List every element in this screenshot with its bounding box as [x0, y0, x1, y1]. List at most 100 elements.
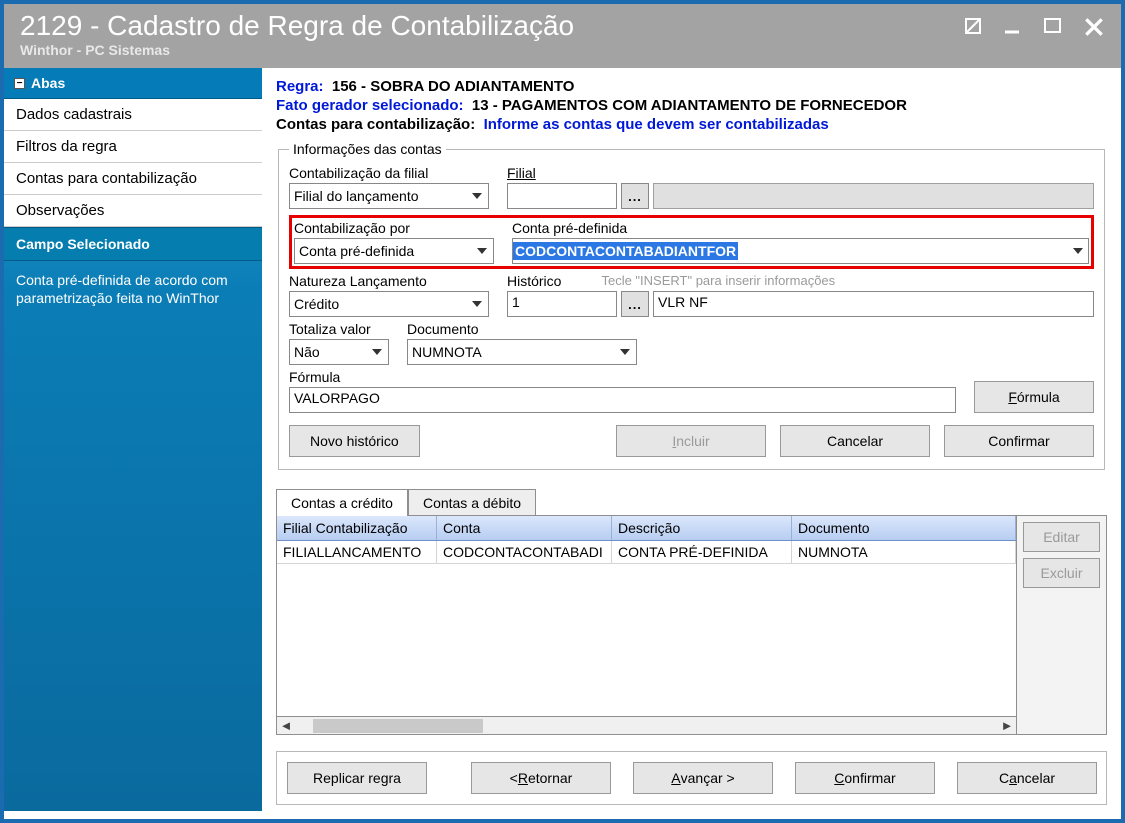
highlight-box: Contabilização por Conta pré-definida Co…: [289, 215, 1094, 269]
scrollbar-thumb[interactable]: [313, 719, 483, 733]
chevron-down-icon: [1068, 240, 1088, 262]
totaliza-combo[interactable]: Não: [289, 339, 389, 365]
sidebar: − Abas Dados cadastrais Filtros da regra…: [4, 68, 262, 811]
sidebar-item-contas[interactable]: Contas para contabilização: [4, 163, 262, 195]
formula-label: Fórmula: [289, 369, 956, 385]
historico-hint: Tecle "INSERT" para inserir informações: [601, 273, 835, 291]
group-informacoes: Informações das contas Contabilização da…: [278, 141, 1105, 470]
window-title: 2129 - Cadastro de Regra de Contabilizaç…: [20, 10, 1105, 42]
titlebar: 2129 - Cadastro de Regra de Contabilizaç…: [4, 4, 1121, 68]
scroll-left-icon[interactable]: ◄: [277, 717, 295, 735]
editar-button: Editar: [1023, 522, 1100, 552]
incluir-button: Incluir: [616, 425, 766, 457]
cancelar-form-button[interactable]: Cancelar: [780, 425, 930, 457]
collapse-icon[interactable]: −: [14, 78, 25, 89]
cell-filial: FILIALLANCAMENTO: [277, 541, 437, 563]
historico-desc-input[interactable]: VLR NF: [653, 291, 1094, 317]
sidebar-campo-desc: Conta pré-definida de acordo com paramet…: [4, 261, 262, 317]
tab-debito[interactable]: Contas a débito: [408, 489, 536, 516]
grid: Filial Contabilização Conta Descrição Do…: [277, 516, 1016, 734]
chevron-down-icon: [368, 341, 386, 363]
bottom-buttons: Replicar regra < Retornar Avançar > Conf…: [276, 751, 1107, 805]
window: 2129 - Cadastro de Regra de Contabilizaç…: [0, 0, 1125, 823]
chevron-down-icon: [468, 185, 486, 207]
filial-desc-field: [653, 183, 1094, 209]
col-conta[interactable]: Conta: [437, 516, 612, 540]
natureza-combo[interactable]: Crédito: [289, 291, 489, 317]
sidebar-item-observacoes[interactable]: Observações: [4, 195, 262, 227]
cell-descricao: CONTA PRÉ-DEFINIDA: [612, 541, 792, 563]
sidebar-item-filtros[interactable]: Filtros da regra: [4, 131, 262, 163]
replicar-button[interactable]: Replicar regra: [287, 762, 427, 794]
historico-label: Histórico: [507, 273, 561, 289]
grid-header: Filial Contabilização Conta Descrição Do…: [277, 516, 1016, 541]
formula-input[interactable]: VALORPAGO: [289, 387, 956, 413]
cancelar-button[interactable]: Cancelar: [957, 762, 1097, 794]
contab-filial-value: Filial do lançamento: [294, 188, 419, 204]
confirmar-button[interactable]: Confirmar: [795, 762, 935, 794]
info-fato: Fato gerador selecionado: 13 - PAGAMENTO…: [276, 97, 1107, 114]
historico-input[interactable]: 1: [507, 291, 617, 317]
sidebar-item-dados[interactable]: Dados cadastrais: [4, 99, 262, 131]
fato-label: Fato gerador selecionado:: [276, 97, 464, 114]
grid-wrap: Filial Contabilização Conta Descrição Do…: [276, 515, 1107, 735]
conta-predef-label: Conta pré-definida: [512, 220, 1089, 236]
edit-icon[interactable]: [963, 16, 983, 36]
grid-side-buttons: Editar Excluir: [1016, 516, 1106, 734]
filial-browse-button[interactable]: ...: [621, 183, 649, 209]
col-filial[interactable]: Filial Contabilização: [277, 516, 437, 540]
historico-browse-button[interactable]: ...: [621, 291, 649, 317]
documento-combo[interactable]: NUMNOTA: [407, 339, 637, 365]
totaliza-label: Totaliza valor: [289, 321, 389, 337]
regra-label: Regra:: [276, 78, 324, 95]
filial-input[interactable]: [507, 183, 617, 209]
novo-historico-button[interactable]: Novo histórico: [289, 425, 420, 457]
natureza-label: Natureza Lançamento: [289, 273, 489, 289]
group-legend: Informações das contas: [289, 141, 446, 157]
retornar-button[interactable]: < Retornar: [471, 762, 611, 794]
tabs: Contas a crédito Contas a débito: [276, 488, 1107, 515]
documento-value: NUMNOTA: [412, 344, 482, 360]
contab-filial-combo[interactable]: Filial do lançamento: [289, 183, 489, 209]
window-subtitle: Winthor - PC Sistemas: [20, 42, 1105, 58]
chevron-down-icon: [473, 240, 491, 262]
sidebar-campo-header: Campo Selecionado: [4, 227, 262, 261]
contab-por-value: Conta pré-definida: [299, 243, 414, 259]
col-descricao[interactable]: Descrição: [612, 516, 792, 540]
main-panel: Regra: 156 - SOBRA DO ADIANTAMENTO Fato …: [262, 68, 1121, 811]
cell-documento: NUMNOTA: [792, 541, 1016, 563]
contab-filial-label: Contabilização da filial: [289, 165, 489, 181]
contas-label: Contas para contabilização:: [276, 116, 475, 133]
info-regra: Regra: 156 - SOBRA DO ADIANTAMENTO: [276, 78, 1107, 95]
avancar-button[interactable]: Avançar >: [633, 762, 773, 794]
sidebar-header-label: Abas: [31, 75, 65, 91]
sidebar-header[interactable]: − Abas: [4, 68, 262, 99]
cell-conta: CODCONTACONTABADI: [437, 541, 612, 563]
formula-button[interactable]: Fórmula: [974, 381, 1094, 413]
tab-credito[interactable]: Contas a crédito: [276, 489, 408, 516]
fato-value: 13 - PAGAMENTOS COM ADIANTAMENTO DE FORN…: [472, 97, 907, 114]
contab-por-label: Contabilização por: [294, 220, 494, 236]
filial-label: Filial: [507, 165, 1094, 181]
excluir-button: Excluir: [1023, 558, 1100, 588]
totaliza-value: Não: [294, 344, 320, 360]
documento-label: Documento: [407, 321, 637, 337]
contab-por-combo[interactable]: Conta pré-definida: [294, 238, 494, 264]
window-controls: [963, 16, 1103, 36]
chevron-down-icon: [468, 293, 486, 315]
natureza-value: Crédito: [294, 296, 339, 312]
close-icon[interactable]: [1083, 16, 1103, 36]
body: − Abas Dados cadastrais Filtros da regra…: [4, 68, 1121, 811]
contas-value: Informe as contas que devem ser contabil…: [484, 116, 829, 133]
minimize-icon[interactable]: [1003, 16, 1023, 36]
info-contas: Contas para contabilização: Informe as c…: [276, 116, 1107, 133]
confirmar-form-button[interactable]: Confirmar: [944, 425, 1094, 457]
conta-predef-combo[interactable]: CODCONTACONTABADIANTFOR: [512, 238, 1089, 264]
col-documento[interactable]: Documento: [792, 516, 1016, 540]
scroll-right-icon[interactable]: ►: [998, 717, 1016, 735]
maximize-icon[interactable]: [1043, 16, 1063, 36]
chevron-down-icon: [616, 341, 634, 363]
horizontal-scrollbar[interactable]: ◄ ►: [277, 716, 1016, 734]
regra-value: 156 - SOBRA DO ADIANTAMENTO: [332, 78, 575, 95]
table-row[interactable]: FILIALLANCAMENTO CODCONTACONTABADI CONTA…: [277, 541, 1016, 564]
